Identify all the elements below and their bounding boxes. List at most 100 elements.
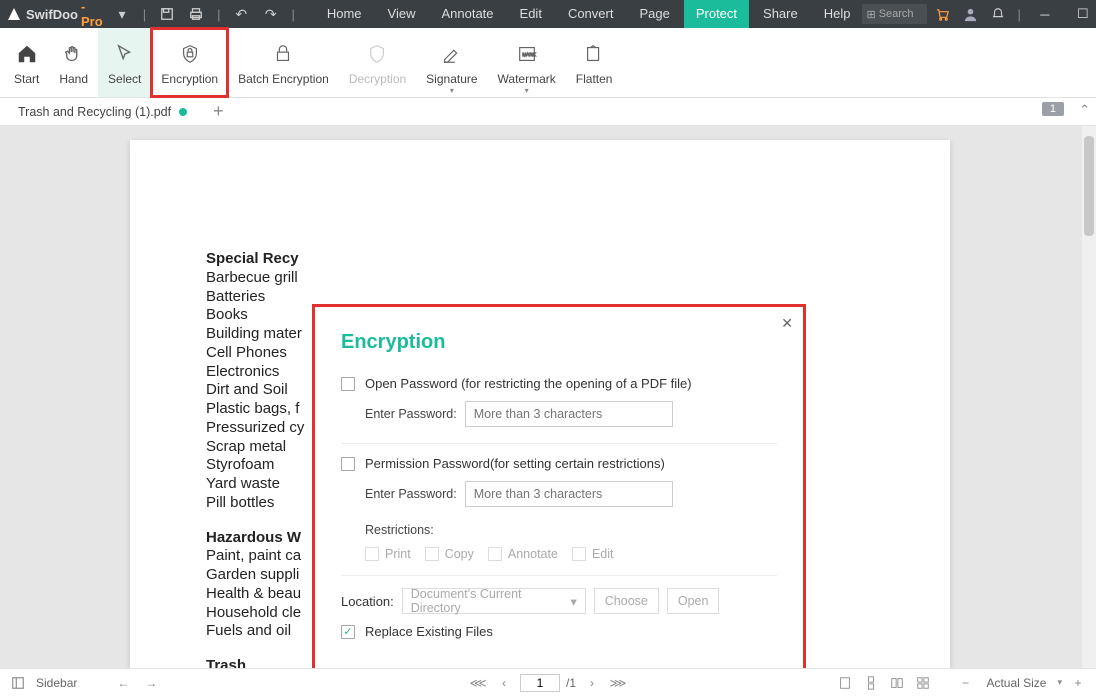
restrict-copy-label: Copy — [445, 547, 474, 561]
view-grid-icon[interactable] — [913, 673, 933, 693]
file-tab-label: Trash and Recycling (1).pdf — [18, 105, 171, 119]
grid-icon: ⊞ — [866, 8, 875, 21]
next-page-button[interactable]: › — [582, 673, 602, 693]
bell-icon[interactable] — [985, 1, 1011, 27]
restrict-annotate-label: Annotate — [508, 547, 558, 561]
scrollbar-thumb[interactable] — [1084, 136, 1094, 236]
menu-share[interactable]: Share — [751, 0, 810, 28]
zoom-out-button[interactable]: − — [955, 673, 975, 693]
open-password-label: Open Password (for restricting the openi… — [365, 376, 692, 391]
location-label: Location: — [341, 594, 394, 609]
sidebar-label: Sidebar — [36, 676, 77, 690]
page-total: /1 — [566, 676, 576, 690]
restrictions-row: Print Copy Annotate Edit — [365, 547, 777, 561]
lock-icon — [272, 40, 294, 68]
home-icon — [16, 40, 38, 68]
menu-protect[interactable]: Protect — [684, 0, 749, 28]
enter-password-label-2: Enter Password: — [365, 487, 457, 501]
prev-panel-button[interactable]: ← — [113, 673, 133, 693]
file-tab[interactable]: Trash and Recycling (1).pdf — [8, 98, 201, 126]
cart-icon[interactable] — [929, 1, 955, 27]
dialog-title: Encryption — [341, 331, 777, 354]
doc-heading: Special Recy — [206, 250, 910, 269]
titlebar: SwifDoo-Pro ▾ | | ↶ ↷ | Home View Annota… — [0, 0, 1096, 28]
restrict-copy-checkbox[interactable] — [425, 547, 439, 561]
menu-annotate[interactable]: Annotate — [429, 0, 505, 28]
watermark-icon: MARK — [516, 40, 538, 68]
tool-label: Decryption — [349, 72, 406, 86]
menu-home[interactable]: Home — [315, 0, 374, 28]
open-password-checkbox[interactable] — [341, 377, 355, 391]
restrictions-heading: Restrictions: — [365, 523, 777, 537]
sidebar-toggle-icon[interactable] — [8, 673, 28, 693]
collapse-icon[interactable]: ⌃ — [1079, 102, 1090, 118]
restrict-edit-checkbox[interactable] — [572, 547, 586, 561]
prev-page-button[interactable]: ‹ — [494, 673, 514, 693]
user-icon[interactable] — [957, 1, 983, 27]
menu-convert[interactable]: Convert — [556, 0, 626, 28]
tool-label: Signature — [426, 72, 477, 86]
unsaved-indicator-icon — [179, 108, 187, 116]
dropdown-icon[interactable]: ▾ — [109, 1, 134, 27]
first-page-button[interactable]: ⋘ — [468, 673, 488, 693]
enter-password-label: Enter Password: — [365, 407, 457, 421]
menu-view[interactable]: View — [376, 0, 428, 28]
document-viewport: Special RecyBarbecue grillBatteriesBooks… — [0, 126, 1096, 668]
app-title: SwifDoo-Pro — [26, 0, 105, 29]
menu-help[interactable]: Help — [812, 0, 863, 28]
chevron-down-icon: ▾ — [570, 594, 576, 609]
svg-text:MARK: MARK — [522, 51, 535, 56]
view-single-icon[interactable] — [835, 673, 855, 693]
restrict-edit-label: Edit — [592, 547, 614, 561]
tool-start[interactable]: Start — [4, 28, 49, 97]
statusbar: Sidebar ← → ⋘ ‹ /1 › ⋙ − Actual Size ▾ + — [0, 668, 1096, 696]
choose-button[interactable]: Choose — [594, 588, 659, 614]
redo-icon[interactable]: ↷ — [258, 1, 283, 27]
ribbon-toolbar: Start Hand Select Encryption Batch Encry… — [0, 28, 1096, 98]
open-button[interactable]: Open — [667, 588, 720, 614]
tool-label: Select — [108, 72, 141, 86]
view-facing-icon[interactable] — [887, 673, 907, 693]
restrict-print-checkbox[interactable] — [365, 547, 379, 561]
chevron-down-icon[interactable]: ▾ — [1057, 677, 1062, 688]
vertical-scrollbar[interactable] — [1082, 126, 1096, 668]
view-continuous-icon[interactable] — [861, 673, 881, 693]
zoom-in-button[interactable]: + — [1068, 673, 1088, 693]
tool-select[interactable]: Select — [98, 28, 151, 97]
tool-label: Hand — [59, 72, 88, 86]
page-number-input[interactable] — [520, 674, 560, 692]
tool-watermark[interactable]: MARK Watermark ▾ — [488, 28, 566, 97]
save-icon[interactable] — [154, 1, 179, 27]
last-page-button[interactable]: ⋙ — [608, 673, 628, 693]
zoom-level[interactable]: Actual Size — [981, 676, 1051, 690]
maximize-button[interactable]: ☐ — [1065, 0, 1096, 28]
tool-hand[interactable]: Hand — [49, 28, 98, 97]
search-box[interactable]: ⊞ Search — [862, 4, 927, 24]
flatten-icon — [583, 40, 605, 68]
undo-icon[interactable]: ↶ — [229, 1, 254, 27]
next-panel-button[interactable]: → — [141, 673, 161, 693]
hand-icon — [63, 40, 85, 68]
permission-password-input[interactable] — [465, 481, 673, 507]
tool-encryption[interactable]: Encryption — [151, 28, 228, 97]
menu-page[interactable]: Page — [627, 0, 681, 28]
menu-edit[interactable]: Edit — [508, 0, 554, 28]
replace-existing-checkbox[interactable] — [341, 625, 355, 639]
tool-signature[interactable]: Signature ▾ — [416, 28, 487, 97]
permission-password-checkbox[interactable] — [341, 457, 355, 471]
tool-batch-encryption[interactable]: Batch Encryption — [228, 28, 339, 97]
pen-icon — [441, 40, 463, 68]
close-dialog-button[interactable]: ✕ — [781, 315, 793, 332]
tool-flatten[interactable]: Flatten — [566, 28, 623, 97]
restrict-annotate-checkbox[interactable] — [488, 547, 502, 561]
minimize-button[interactable]: ─ — [1027, 0, 1063, 28]
open-password-input[interactable] — [465, 401, 673, 427]
tool-label: Batch Encryption — [238, 72, 329, 86]
restrict-print-label: Print — [385, 547, 411, 561]
search-placeholder: Search — [879, 8, 914, 20]
shield-lock-icon — [179, 40, 201, 68]
add-tab-button[interactable]: + — [207, 101, 230, 122]
print-icon[interactable] — [184, 1, 209, 27]
encryption-dialog: ✕ Encryption Open Password (for restrict… — [312, 304, 806, 668]
location-select[interactable]: Document's Current Directory ▾ — [402, 588, 586, 614]
